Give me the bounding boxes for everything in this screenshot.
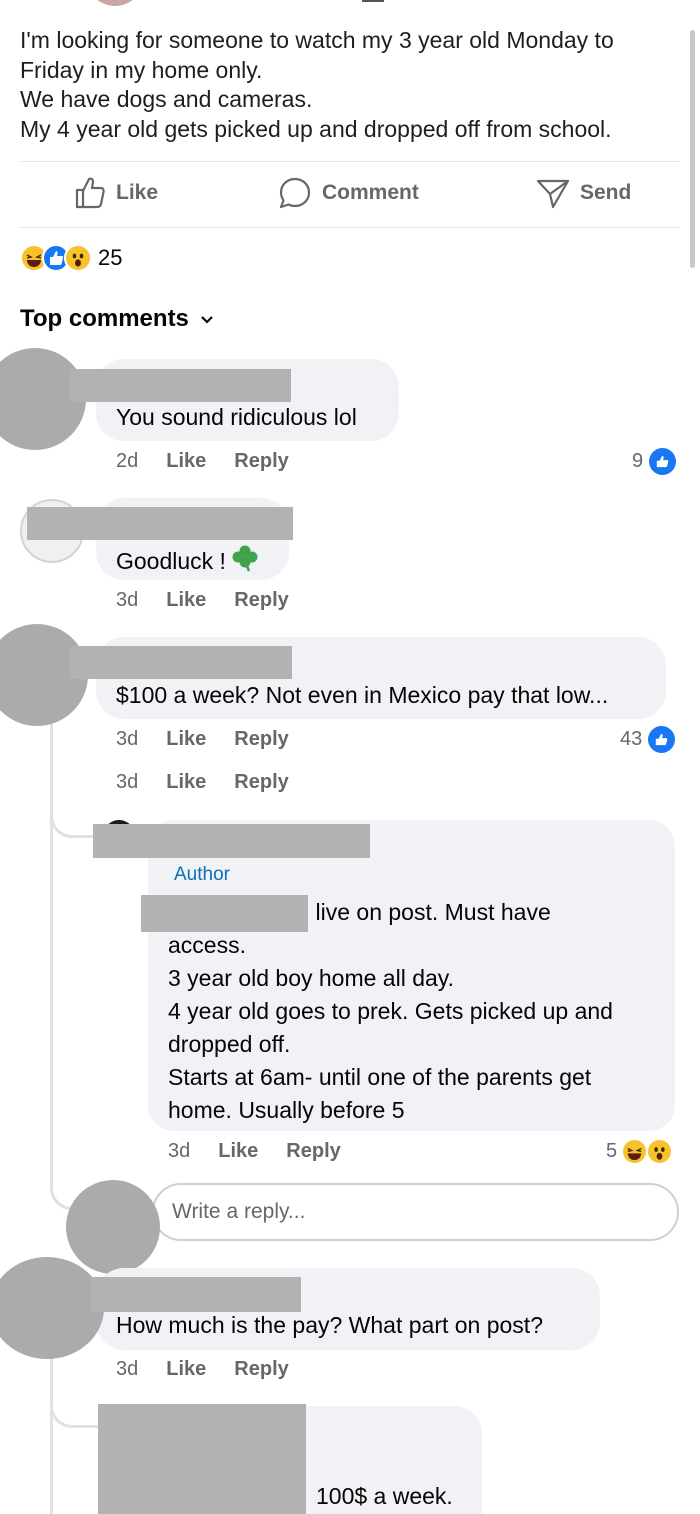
comment-text: You sound ridiculous lol	[116, 404, 357, 430]
comment-reply-button[interactable]: Reply	[234, 1358, 288, 1381]
poster-avatar[interactable]	[86, 0, 144, 6]
comment-actions: 2d Like Reply	[116, 450, 289, 473]
like-reaction-icon	[649, 448, 677, 475]
avatar[interactable]	[0, 1257, 104, 1359]
reply-line: Starts at 6am- until one of the parents …	[168, 1064, 592, 1090]
thread-line	[50, 1350, 53, 1514]
wow-emoji-icon	[646, 1138, 674, 1165]
redacted-name	[27, 507, 293, 540]
like-reaction-icon	[648, 726, 676, 753]
comment-time: 3d	[116, 728, 139, 750]
comment-like-button[interactable]: Like	[166, 589, 206, 612]
send-button[interactable]: Send	[536, 176, 631, 210]
author-badge: Author	[174, 864, 230, 885]
reply-input[interactable]: Write a reply...	[152, 1183, 679, 1241]
comment-bubble-icon	[278, 176, 312, 210]
redacted-block	[98, 1404, 306, 1514]
post-line: We have dogs and cameras.	[20, 86, 313, 112]
comment-time: 3d	[116, 771, 139, 793]
comment-like-button[interactable]: Like	[218, 1140, 258, 1163]
comment-reactions[interactable]: 5	[606, 1138, 674, 1165]
redacted-name	[70, 646, 292, 679]
divider-top	[20, 161, 680, 162]
reaction-count: 9	[632, 450, 644, 472]
comment-reply-button[interactable]: Reply	[234, 589, 288, 612]
comment-like-button[interactable]: Like	[166, 1358, 206, 1381]
reply-line: access.	[168, 932, 246, 958]
chevron-down-icon	[199, 305, 215, 333]
comment-button[interactable]: Comment	[278, 176, 419, 210]
comment-reactions[interactable]: 43	[620, 726, 676, 753]
thumbs-up-icon	[74, 176, 106, 210]
reply-line: 3 year old boy home all day.	[168, 965, 454, 991]
like-button[interactable]: Like	[74, 176, 158, 210]
comment-reply-button[interactable]: Reply	[234, 728, 288, 751]
comment-actions: 3d Like Reply	[116, 728, 289, 751]
wow-emoji-icon	[64, 244, 92, 272]
reaction-summary[interactable]: 25	[20, 244, 122, 272]
reaction-count: 43	[620, 728, 643, 750]
comment-text-content: Goodluck !	[116, 547, 226, 574]
comment-sort-dropdown[interactable]: Top comments	[20, 305, 215, 333]
divider-bottom	[20, 227, 680, 228]
send-icon	[536, 176, 570, 210]
comment-like-button[interactable]: Like	[166, 450, 206, 473]
comment-reply-button[interactable]: Reply	[234, 771, 288, 794]
comment-label: Comment	[322, 181, 419, 204]
reply-line: 4 year old goes to prek. Gets picked up …	[168, 998, 613, 1024]
reaction-count: 25	[98, 245, 123, 270]
reply-placeholder: Write a reply...	[172, 1200, 306, 1223]
sort-label: Top comments	[20, 305, 189, 332]
redacted-name	[70, 369, 291, 402]
post-body: I'm looking for someone to watch my 3 ye…	[20, 26, 690, 144]
redacted-name	[90, 1277, 301, 1312]
redacted-name	[93, 824, 370, 858]
reply-line-text: l live on post. Must have	[304, 899, 551, 925]
comment-reply-button[interactable]: Reply	[234, 450, 288, 473]
comment-actions: 3d Like Reply	[116, 771, 289, 794]
comment-text: 100$ a week.	[316, 1483, 453, 1509]
comment-text: How much is the pay? What part on post?	[116, 1312, 543, 1338]
comment-text: Goodluck !	[116, 543, 260, 579]
thread-elbow	[50, 1380, 100, 1428]
send-label: Send	[580, 181, 632, 204]
reply-line: dropped off.	[168, 1031, 291, 1057]
comment-actions: 3d Like Reply	[116, 1358, 289, 1381]
four-leaf-clover-icon	[230, 543, 260, 579]
like-label: Like	[116, 181, 159, 204]
comment-actions: 3d Like Reply	[168, 1140, 341, 1163]
post-line: My 4 year old gets picked up and dropped…	[20, 115, 612, 142]
comment-text: $100 a week? Not even in Mexico pay that…	[116, 682, 609, 708]
reply-line: home. Usually before 5	[168, 1097, 405, 1123]
comment-reply-button[interactable]: Reply	[286, 1140, 340, 1163]
post-line: I'm looking for someone to watch my 3 ye…	[20, 27, 614, 53]
poster-name-mark	[362, 0, 384, 2]
comment-time: 3d	[116, 1358, 139, 1380]
scrollbar[interactable]	[690, 30, 695, 268]
comment-time: 2d	[116, 450, 139, 472]
post-line: Friday in my home only.	[20, 56, 263, 83]
comment-reactions[interactable]: 9	[632, 448, 677, 475]
comment-time: 3d	[168, 1140, 191, 1162]
reaction-count: 5	[606, 1140, 618, 1162]
comment-like-button[interactable]: Like	[166, 728, 206, 751]
comment-actions: 3d Like Reply	[116, 589, 289, 612]
comment-like-button[interactable]: Like	[166, 771, 206, 794]
comment-time: 3d	[116, 589, 139, 611]
avatar[interactable]	[66, 1180, 160, 1274]
laughing-emoji-icon	[621, 1138, 649, 1165]
redacted-name	[141, 895, 308, 932]
